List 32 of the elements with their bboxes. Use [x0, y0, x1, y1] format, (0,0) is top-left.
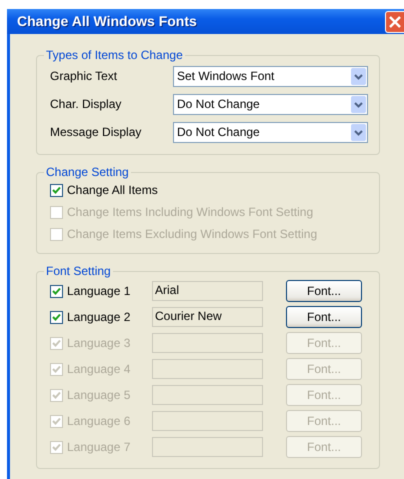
font-button[interactable]: Font...: [286, 306, 362, 328]
font-name-field[interactable]: Courier New: [152, 307, 263, 327]
checkbox-label: Language 6: [67, 413, 130, 430]
checkbox-label: Language 1: [67, 283, 130, 300]
checkbox-label: Language 2: [67, 309, 130, 326]
chevron-down-icon: [351, 124, 366, 140]
checkbox-label: Change Items Excluding Windows Font Setting: [67, 226, 318, 243]
checkbox-label: Change Items Including Windows Font Setting: [67, 204, 314, 221]
chevron-down-icon: [351, 96, 366, 112]
field-label: Graphic Text: [50, 68, 118, 85]
checkbox[interactable]: [50, 184, 63, 196]
field-label: Message Display: [50, 124, 142, 141]
checkbox-label: Language 4: [67, 361, 130, 378]
checkbox-label: Change All Items: [67, 182, 158, 199]
close-button[interactable]: [385, 10, 404, 32]
group-title: Types of Items to Change: [45, 48, 184, 62]
checkbox-label: Language 5: [67, 387, 130, 404]
checkbox-label: Language 7: [67, 439, 130, 456]
dropdown[interactable]: Do Not Change: [173, 122, 368, 142]
group-title: Change Setting: [45, 165, 130, 179]
group-title: Font Setting: [45, 264, 112, 278]
checkbox[interactable]: [50, 284, 63, 298]
close-icon: [389, 16, 401, 28]
checkbox[interactable]: [50, 310, 63, 324]
checkbox-label: Language 3: [67, 335, 130, 352]
dropdown[interactable]: Set Windows Font: [173, 66, 368, 86]
font-name-field[interactable]: Arial: [152, 281, 263, 301]
font-button[interactable]: Font...: [286, 280, 362, 302]
chevron-down-icon: [351, 68, 366, 84]
dropdown[interactable]: Do Not Change: [173, 94, 368, 114]
field-label: Char. Display: [50, 96, 122, 113]
window-title: Change All Windows Fonts: [17, 12, 198, 31]
